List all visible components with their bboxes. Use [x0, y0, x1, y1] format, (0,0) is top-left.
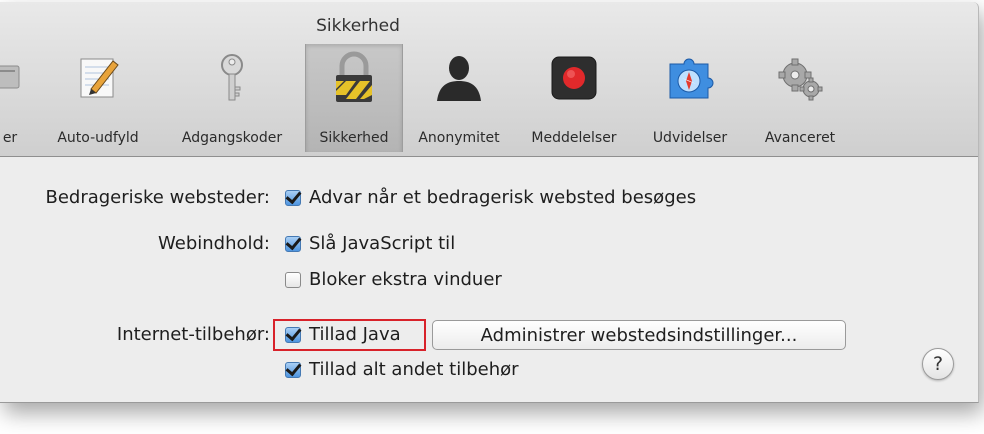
- tab-general[interactable]: er: [0, 44, 36, 152]
- general-icon: [0, 50, 43, 106]
- tab-extensions[interactable]: Udvidelser: [638, 44, 742, 152]
- manage-website-settings-button[interactable]: Administrer webstedsindstillinger...: [432, 320, 846, 350]
- fraud-label: Bedrageriske websteder:: [45, 187, 270, 208]
- pencil-document-icon: [70, 50, 126, 106]
- tab-notifications[interactable]: Meddelelser: [518, 44, 630, 152]
- preferences-window: Sikkerhed er Auto-udfyld Adgangskoder Si…: [0, 2, 979, 403]
- tab-privacy[interactable]: Anonymitet: [407, 44, 511, 152]
- fraud-warning-checkbox[interactable]: [285, 190, 301, 206]
- preferences-toolbar: Sikkerhed er Auto-udfyld Adgangskoder Si…: [0, 2, 978, 157]
- tab-security[interactable]: Sikkerhed: [305, 44, 403, 152]
- tab-passwords[interactable]: Adgangskoder: [168, 44, 296, 152]
- person-silhouette-icon: [431, 50, 487, 106]
- tab-advanced[interactable]: Avanceret: [748, 44, 852, 152]
- tab-autofill[interactable]: Auto-udfyld: [40, 44, 156, 152]
- block-popups-checkbox[interactable]: [285, 272, 301, 288]
- security-settings-pane: Bedrageriske websteder: Advar når et bed…: [0, 157, 978, 402]
- java-checkbox[interactable]: [285, 327, 301, 343]
- puzzle-compass-icon: [662, 50, 718, 106]
- fraud-warning-text: Advar når et bedragerisk websted besøges: [309, 187, 697, 208]
- javascript-text: Slå JavaScript til: [309, 233, 456, 254]
- help-button[interactable]: ?: [922, 348, 954, 380]
- gears-icon: [772, 50, 828, 106]
- other-plugins-text: Tillad alt andet tilbehør: [309, 359, 519, 380]
- block-popups-text: Bloker ekstra vinduer: [309, 269, 502, 290]
- padlock-icon: [326, 50, 382, 106]
- plugins-label: Internet-tilbehør:: [116, 324, 270, 345]
- web-content-label: Webindhold:: [158, 233, 270, 254]
- notification-record-icon: [546, 50, 602, 106]
- other-plugins-checkbox[interactable]: [285, 362, 301, 378]
- javascript-checkbox[interactable]: [285, 236, 301, 252]
- key-icon: [204, 50, 260, 106]
- window-title: Sikkerhed: [316, 16, 400, 36]
- java-text: Tillad Java: [309, 324, 401, 345]
